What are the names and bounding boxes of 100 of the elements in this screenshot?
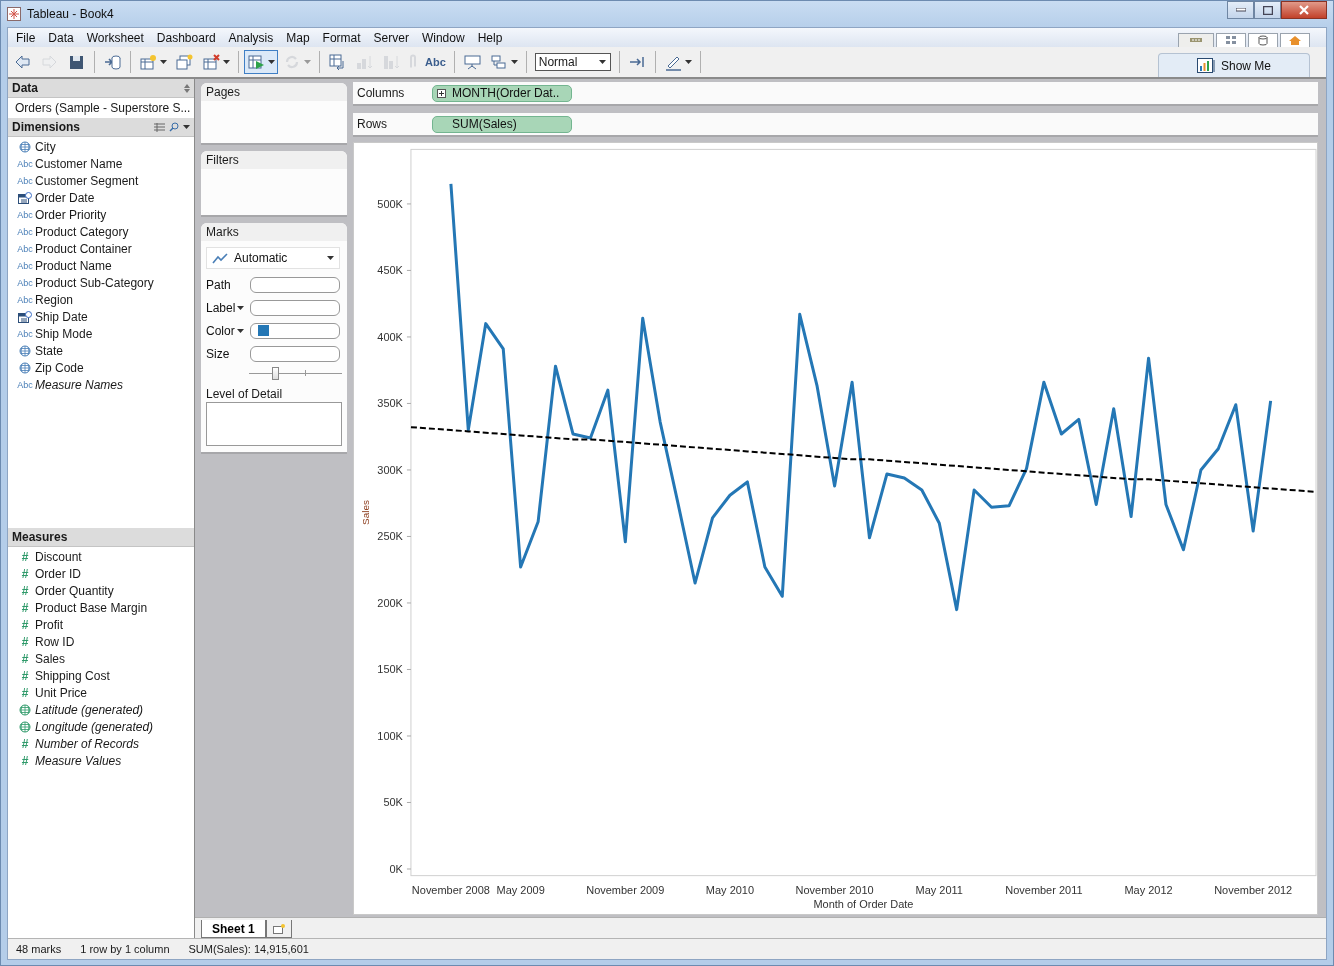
field-item[interactable]: Abc Region: [8, 291, 194, 308]
field-name: Sales: [35, 651, 66, 666]
dropdown-caret-icon: [183, 125, 190, 129]
field-item[interactable]: Abc Product Category: [8, 223, 194, 240]
y-axis-label: 300K: [377, 463, 403, 476]
menu-item[interactable]: Analysis: [222, 30, 281, 45]
field-item[interactable]: # Order Quantity: [8, 582, 194, 599]
field-item[interactable]: # Profit: [8, 616, 194, 633]
maximize-button[interactable]: [1254, 1, 1281, 19]
menu-item[interactable]: Help: [471, 30, 510, 45]
field-item[interactable]: Abc Measure Names: [8, 376, 194, 393]
view-tab[interactable]: [1280, 33, 1310, 47]
list-view-icon[interactable]: [154, 122, 165, 132]
group-icon: [489, 53, 509, 71]
field-item[interactable]: Abc Customer Segment: [8, 172, 194, 189]
shelf-label: Columns: [357, 86, 406, 100]
field-item[interactable]: # Number of Records: [8, 735, 194, 752]
field-item[interactable]: # Measure Values: [8, 752, 194, 769]
field-name: Order Priority: [35, 207, 107, 222]
field-item[interactable]: State: [8, 342, 194, 359]
field-name: Ship Mode: [35, 326, 93, 341]
x-axis-label: May 2011: [915, 883, 963, 896]
datasource-name[interactable]: Orders (Sample - Superstore S...: [15, 101, 191, 115]
marks-shelf-label[interactable]: Size: [206, 346, 250, 361]
menu-item[interactable]: Dashboard: [150, 30, 223, 45]
view-tab[interactable]: [1178, 33, 1214, 47]
menu-item[interactable]: Data: [42, 30, 81, 45]
field-type-label: #: [21, 617, 29, 632]
sort-descending-icon: [382, 53, 401, 71]
field-item[interactable]: # Order ID: [8, 565, 194, 582]
field-type-label: Abc: [17, 209, 33, 220]
card-title: Pages: [206, 85, 241, 99]
field-item[interactable]: # Row ID: [8, 633, 194, 650]
globe-icon: [19, 344, 31, 357]
field-item[interactable]: Zip Code: [8, 359, 194, 376]
field-item[interactable]: Abc Product Sub-Category: [8, 274, 194, 291]
marks-drop-field[interactable]: [250, 276, 340, 293]
globe-icon: [19, 140, 31, 153]
field-item[interactable]: # Sales: [8, 650, 194, 667]
detail-drop-field[interactable]: [206, 402, 342, 446]
search-icon[interactable]: [169, 122, 179, 132]
field-type-label: Abc: [17, 277, 33, 288]
fit-dropdown[interactable]: Normal: [534, 53, 611, 71]
mark-type-dropdown[interactable]: Automatic: [206, 247, 340, 269]
field-name: Product Category: [35, 224, 129, 239]
field-item[interactable]: Abc Product Container: [8, 240, 194, 257]
labels-button[interactable]: Abc: [422, 50, 449, 74]
menu-item[interactable]: Map: [280, 30, 317, 45]
run-update-button[interactable]: [244, 50, 278, 74]
field-item[interactable]: # Discount: [8, 548, 194, 565]
size-slider[interactable]: [249, 367, 342, 381]
card-title: Marks: [206, 225, 239, 239]
field-item[interactable]: Latitude (generated): [8, 701, 194, 718]
show-me-button[interactable]: Show Me: [1158, 53, 1310, 77]
field-name: Customer Name: [35, 156, 123, 171]
close-button[interactable]: [1281, 1, 1327, 19]
view-tab[interactable]: [1248, 33, 1278, 47]
section-title: Measures: [12, 530, 68, 544]
field-item[interactable]: Order Date: [8, 189, 194, 206]
field-item[interactable]: Ship Date: [8, 308, 194, 325]
database-icon: [103, 53, 122, 71]
field-name: Measure Values: [35, 753, 122, 768]
marks-shelf-label[interactable]: Path: [206, 277, 250, 292]
caret-icon: [268, 60, 275, 64]
field-item[interactable]: Abc Product Name: [8, 257, 194, 274]
menu-item[interactable]: Format: [316, 30, 368, 45]
marks-shelf-label[interactable]: Color: [206, 323, 250, 338]
marks-drop-field[interactable]: [250, 345, 340, 362]
pane-title: Data: [12, 81, 38, 95]
status-text: SUM(Sales): 14,915,601: [188, 943, 309, 955]
field-name: Shipping Cost: [35, 668, 110, 683]
slider-thumb[interactable]: [272, 367, 280, 380]
menu-item[interactable]: Worksheet: [80, 30, 151, 45]
sheet-tab[interactable]: Sheet 1: [201, 920, 266, 938]
field-pill[interactable]: SUM(Sales): [432, 115, 572, 133]
marks-drop-field[interactable]: [250, 299, 340, 316]
menu-item[interactable]: Window: [415, 30, 472, 45]
field-item[interactable]: # Unit Price: [8, 684, 194, 701]
back-arrow-icon: [13, 53, 32, 71]
field-name: Row ID: [35, 634, 75, 649]
marks-shelf-label[interactable]: Label: [206, 300, 250, 315]
field-name: City: [35, 139, 56, 154]
field-pill[interactable]: MONTH(Order Dat..: [432, 84, 572, 102]
menu-item[interactable]: File: [10, 30, 43, 45]
field-type-label: Abc: [17, 226, 33, 237]
y-axis-label: 400K: [377, 330, 403, 343]
field-item[interactable]: # Product Base Margin: [8, 599, 194, 616]
new-sheet-tab[interactable]: [265, 920, 292, 938]
field-item[interactable]: # Shipping Cost: [8, 667, 194, 684]
menu-item[interactable]: Server: [367, 30, 416, 45]
field-item[interactable]: Abc Order Priority: [8, 206, 194, 223]
field-item[interactable]: City: [8, 138, 194, 155]
x-axis-label: November 2010: [795, 883, 874, 896]
field-type-label: Abc: [17, 260, 33, 271]
view-tab[interactable]: [1216, 33, 1246, 47]
field-item[interactable]: Abc Customer Name: [8, 155, 194, 172]
marks-drop-field[interactable]: [250, 322, 340, 339]
field-item[interactable]: Longitude (generated): [8, 718, 194, 735]
expand-icon[interactable]: [437, 88, 446, 98]
field-item[interactable]: Abc Ship Mode: [8, 325, 194, 342]
